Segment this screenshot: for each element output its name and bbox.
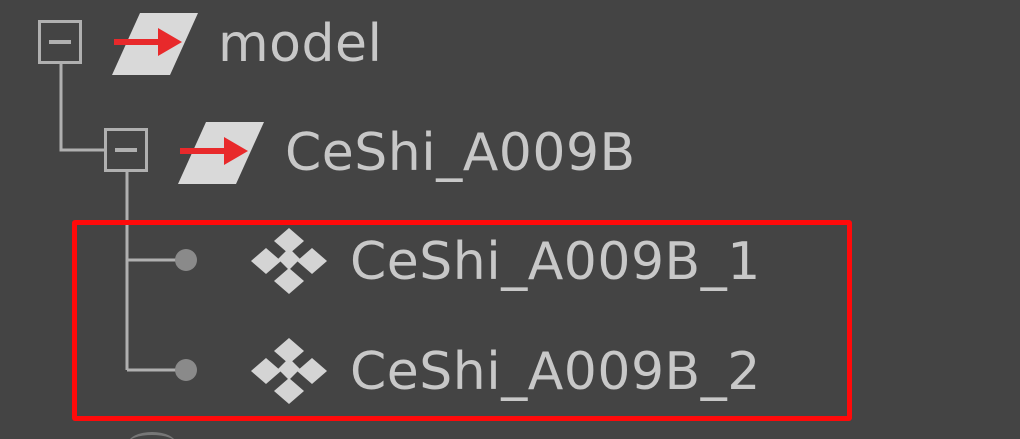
minus-icon xyxy=(115,148,137,152)
outliner-item-label: model xyxy=(218,14,383,74)
mesh-shape-icon xyxy=(251,338,327,404)
group-transform-icon xyxy=(112,13,198,75)
outliner-item-ceshi-a009b-1[interactable]: CeShi_A009B_1 xyxy=(0,215,1020,315)
mesh-shape-icon xyxy=(251,228,327,294)
outliner-item-label: CeShi_A009B_1 xyxy=(350,232,761,292)
outliner-item-model[interactable]: model xyxy=(0,0,1020,100)
outliner-item-label: CeShi_A009B_2 xyxy=(350,342,761,402)
outliner-item-ceshi-a009b[interactable]: CeShi_A009B xyxy=(0,105,1020,205)
minus-icon xyxy=(49,40,71,44)
outliner-item-label: CeShi_A009B xyxy=(285,123,636,183)
partial-item-edge xyxy=(128,432,176,439)
group-transform-icon xyxy=(178,122,264,184)
collapse-toggle[interactable] xyxy=(104,128,148,172)
collapse-toggle[interactable] xyxy=(38,20,82,64)
outliner-item-ceshi-a009b-2[interactable]: CeShi_A009B_2 xyxy=(0,325,1020,425)
outliner-panel: model CeShi_A009B CeShi_A009B_1 CeShi_A0… xyxy=(0,0,1020,439)
